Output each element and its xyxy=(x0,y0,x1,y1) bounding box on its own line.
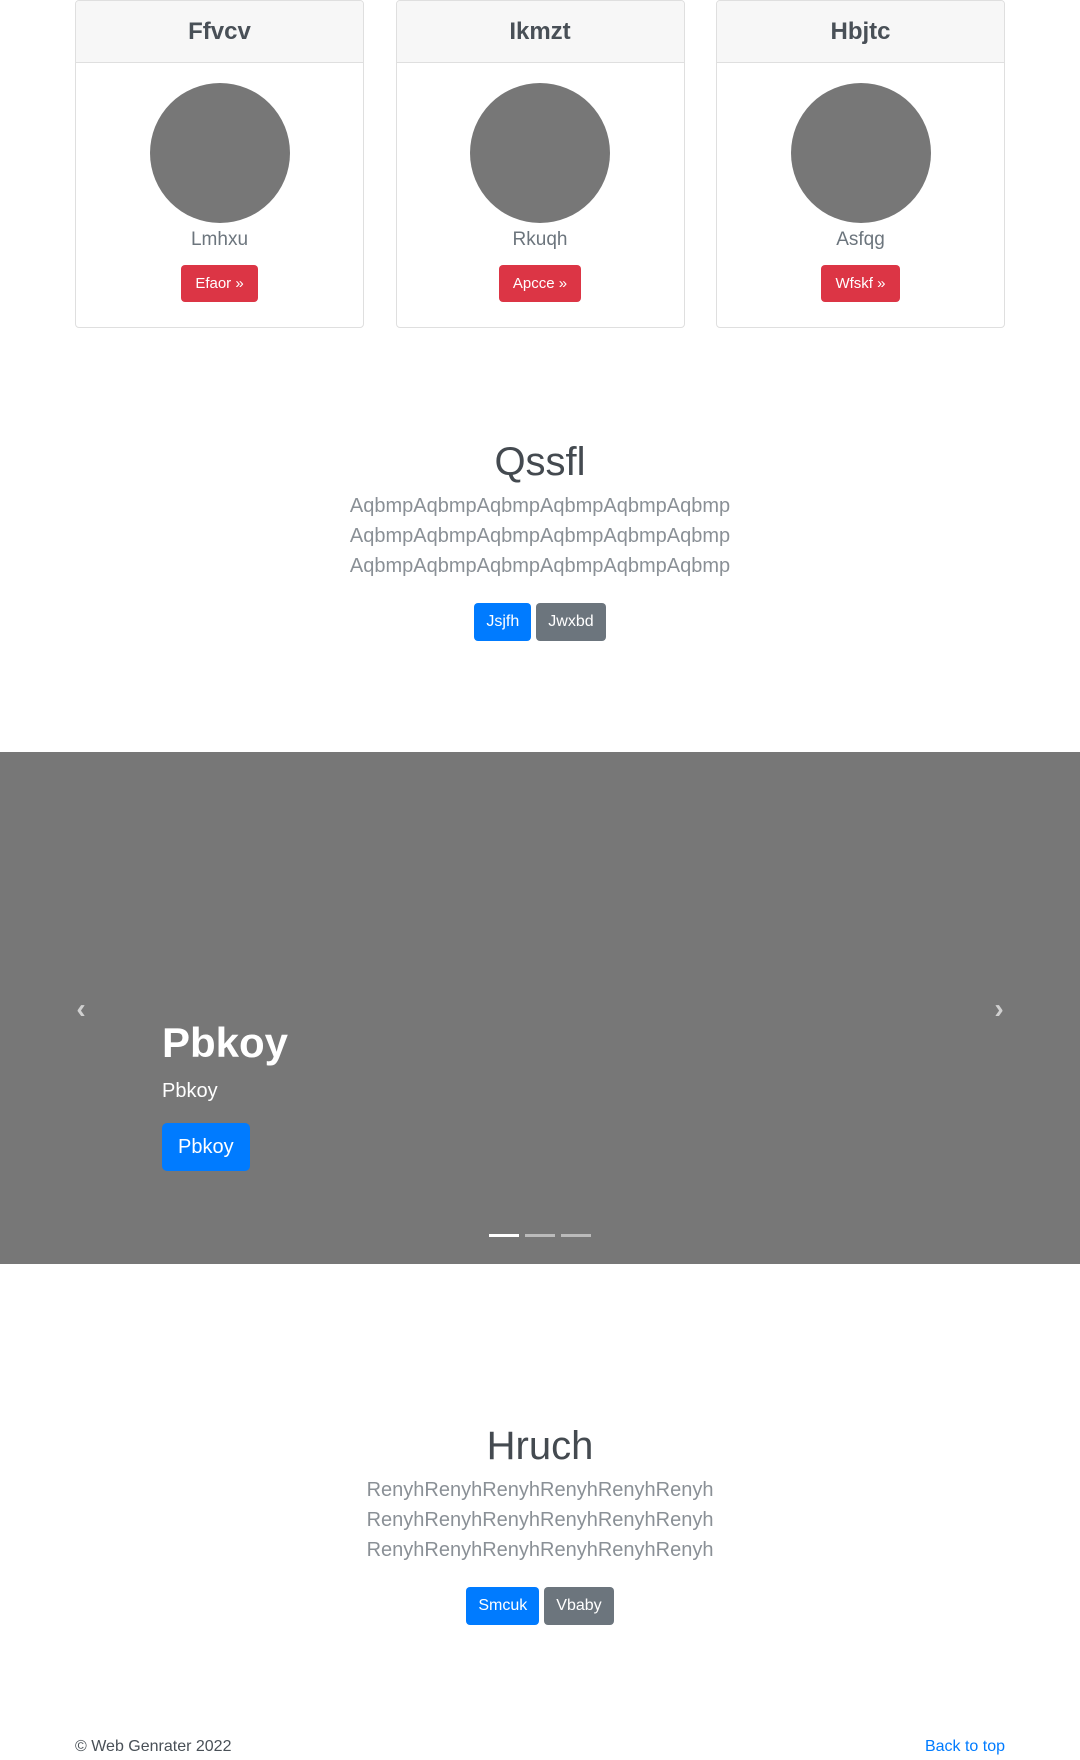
card-body: Asfqg Wfskf » xyxy=(717,63,1004,327)
section-text-line: RenyhRenyhRenyhRenyhRenyhRenyh xyxy=(366,1539,714,1561)
section-text-line: RenyhRenyhRenyhRenyhRenyhRenyh xyxy=(366,1509,714,1531)
footer: © Web Genrater 2022 Back to top xyxy=(75,1738,1005,1756)
section-title: Hruch xyxy=(486,1424,594,1468)
avatar-placeholder xyxy=(149,83,290,223)
section-text-line: AqbmpAqbmpAqbmpAqbmpAqbmpAqbmp xyxy=(349,495,731,517)
jumbotron-section: Qssfl AqbmpAqbmpAqbmpAqbmpAqbmpAqbmp Aqb… xyxy=(0,440,1080,641)
avatar-placeholder xyxy=(470,83,610,223)
carousel-indicators xyxy=(0,1234,1080,1237)
section-text: RenyhRenyhRenyhRenyhRenyhRenyh RenyhReny… xyxy=(0,1475,1080,1565)
carousel-indicator[interactable] xyxy=(561,1234,591,1237)
profile-card: Ffvcv Lmhxu Efaor » xyxy=(75,0,364,328)
section-text: AqbmpAqbmpAqbmpAqbmpAqbmpAqbmp AqbmpAqbm… xyxy=(0,491,1080,581)
card-row: Ffvcv Lmhxu Efaor » Ikmzt Rkuqh Apcce » … xyxy=(75,0,1005,328)
card-body: Rkuqh Apcce » xyxy=(397,63,684,327)
card-action-button[interactable]: Wfskf » xyxy=(821,265,900,302)
profile-card: Ikmzt Rkuqh Apcce » xyxy=(395,0,685,328)
carousel-subtitle: Pbkoy xyxy=(162,1080,218,1102)
card-title: Ffvcv xyxy=(76,1,363,63)
card-body: Lmhxu Efaor » xyxy=(76,63,363,327)
card-action-button[interactable]: Efaor » xyxy=(181,265,258,302)
primary-button[interactable]: Smcuk xyxy=(466,1587,540,1625)
carousel-indicator[interactable] xyxy=(489,1234,519,1237)
carousel-title: Pbkoy xyxy=(162,1019,289,1066)
secondary-button[interactable]: Jwxbd xyxy=(536,603,606,641)
profile-card: Hbjtc Asfqg Wfskf » xyxy=(716,0,1005,328)
section-text-line: AqbmpAqbmpAqbmpAqbmpAqbmpAqbmp xyxy=(349,555,731,577)
secondary-button[interactable]: Vbaby xyxy=(544,1587,614,1625)
jumbotron-section: Hruch RenyhRenyhRenyhRenyhRenyhRenyh Ren… xyxy=(0,1424,1080,1625)
card-action-button[interactable]: Apcce » xyxy=(498,265,582,302)
section-actions: Jsjfh Jwxbd xyxy=(0,603,1080,641)
carousel-button[interactable]: Pbkoy xyxy=(162,1123,250,1171)
primary-button[interactable]: Jsjfh xyxy=(474,603,532,641)
card-title: Hbjtc xyxy=(717,1,1004,63)
back-to-top-link[interactable]: Back to top xyxy=(925,1738,1005,1756)
chevron-right-icon[interactable]: › xyxy=(984,993,1014,1024)
section-text-line: RenyhRenyhRenyhRenyhRenyhRenyh xyxy=(366,1479,714,1501)
section-title: Qssfl xyxy=(494,440,586,484)
carousel: ‹ › Pbkoy Pbkoy Pbkoy xyxy=(0,752,1080,1264)
carousel-indicator[interactable] xyxy=(525,1234,555,1237)
avatar-placeholder xyxy=(790,83,931,223)
section-actions: Smcuk Vbaby xyxy=(0,1587,1080,1625)
chevron-left-icon[interactable]: ‹ xyxy=(66,993,96,1024)
carousel-caption: Pbkoy Pbkoy Pbkoy xyxy=(162,1022,288,1171)
card-title: Ikmzt xyxy=(396,1,684,63)
page: Ffvcv Lmhxu Efaor » Ikmzt Rkuqh Apcce » … xyxy=(0,0,1080,1760)
section-text-line: AqbmpAqbmpAqbmpAqbmpAqbmpAqbmp xyxy=(349,525,731,547)
footer-copyright: © Web Genrater 2022 xyxy=(75,1738,232,1755)
card-name: Lmhxu xyxy=(190,229,249,250)
card-name: Rkuqh xyxy=(512,229,568,250)
card-name: Asfqg xyxy=(836,229,885,250)
